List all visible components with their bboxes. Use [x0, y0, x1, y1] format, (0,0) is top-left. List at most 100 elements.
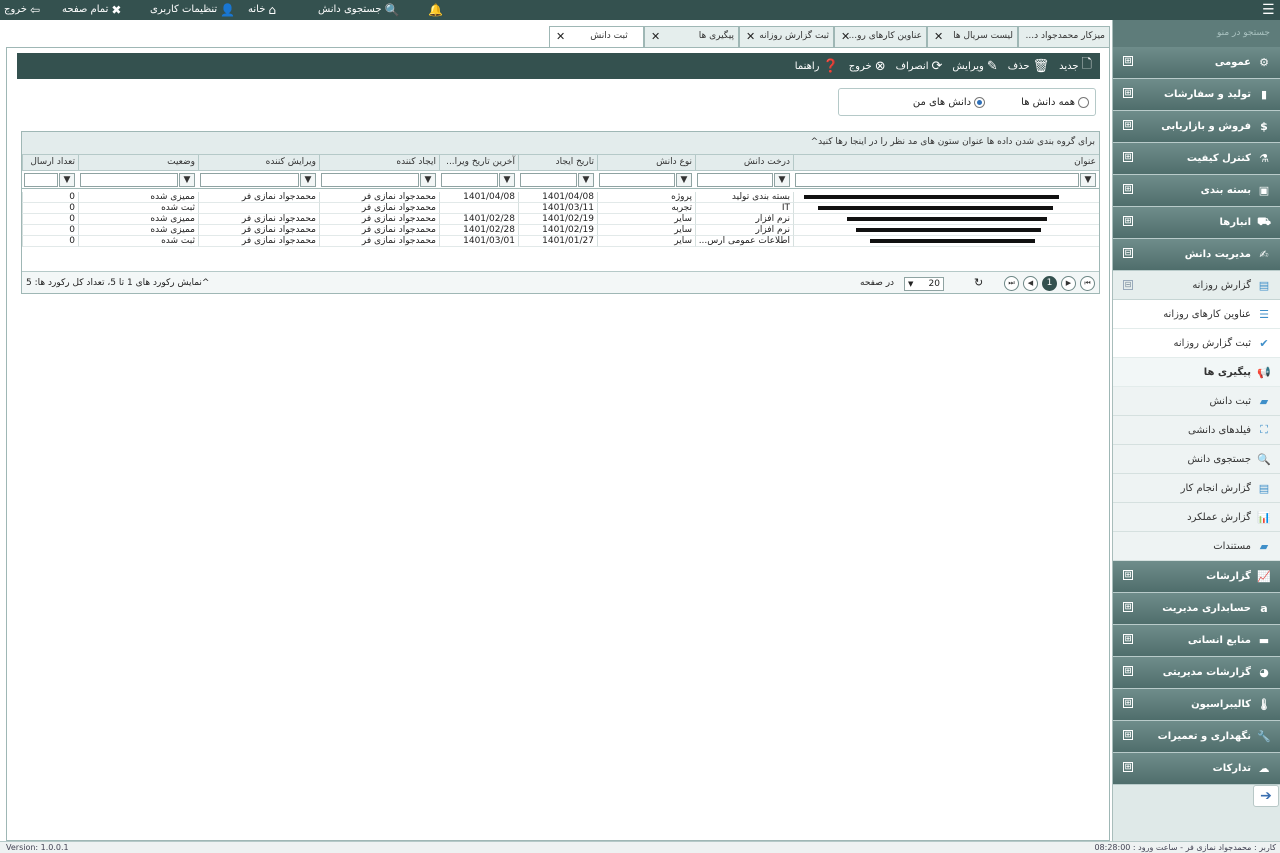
column-header-8[interactable]: تعداد ارسال — [22, 155, 78, 171]
sidebar-item-group-4[interactable]: ▣ بسته بندی ⊞ — [1113, 175, 1280, 207]
tab-3[interactable]: ثبت گزارش روزانه ✕ — [739, 26, 834, 48]
sidebar-item-group-2[interactable]: $ فروش و بازاریابی ⊞ — [1113, 111, 1280, 143]
hamburger-menu-button[interactable]: ☰ — [1262, 0, 1275, 20]
sidebar-item-group2-2[interactable]: ▬ منابع انسانی ⊞ — [1113, 625, 1280, 657]
my-knowledge-radio[interactable]: دانش های من — [912, 96, 986, 108]
sidebar-item-group2-1[interactable]: a حسابداری مدیریت ⊞ — [1113, 593, 1280, 625]
column-header-2[interactable]: نوع دانش — [597, 155, 695, 171]
prev-page-button[interactable]: ▶ — [1061, 276, 1076, 291]
filter-funnel-icon[interactable]: ▼ — [578, 173, 594, 187]
close-tab-icon[interactable]: ✕ — [746, 30, 755, 43]
tab-5[interactable]: ثبت دانش ✕ — [549, 26, 644, 48]
filter-funnel-icon[interactable]: ▼ — [499, 173, 515, 187]
sidebar-item-group2-4[interactable]: 🌡 کالیبراسیون ⊞ — [1113, 689, 1280, 721]
tab-0[interactable]: میزکار محمدجواد د... — [1018, 26, 1110, 48]
home-link[interactable]: ⌂ خانه — [248, 0, 276, 20]
table-cell-sends: 0 — [22, 192, 78, 203]
expand-icon: ⊞ — [1123, 602, 1133, 612]
sidebar-item-daily-0[interactable]: ☰ عناوین کارهای روزانه — [1113, 300, 1280, 329]
sidebar-item-group-6[interactable]: ✍ مدیریت دانش ⊟ — [1113, 239, 1280, 271]
sidebar-item-knowledge-1[interactable]: ⛶ فیلدهای دانشی — [1113, 416, 1280, 445]
filter-funnel-icon[interactable]: ▼ — [59, 173, 75, 187]
column-header-4[interactable]: آخرین تاریخ ویرا... — [439, 155, 518, 171]
filter-funnel-icon[interactable]: ▼ — [300, 173, 316, 187]
column-header-1[interactable]: درخت دانش — [695, 155, 793, 171]
sidebar-item-group2-3[interactable]: ◕ گزارشات مدیریتی ⊞ — [1113, 657, 1280, 689]
table-row[interactable]: نرم افزار سایر 1401/02/19 1401/02/28 محمدجوا… — [22, 214, 1099, 225]
fullscreen-link[interactable]: ✖ تمام صفحه — [62, 0, 121, 20]
sidebar-item-group-5[interactable]: ⛟ انبارها ⊞ — [1113, 207, 1280, 239]
help-button[interactable]: ❓ راهنما — [795, 59, 839, 74]
cancel-button[interactable]: ⟳ انصراف — [896, 59, 943, 74]
sidebar-item-knowledge-3[interactable]: ▤ گزارش انجام کار — [1113, 474, 1280, 503]
filter-funnel-icon[interactable]: ▼ — [676, 173, 692, 187]
first-page-button[interactable]: ⏮ — [1080, 276, 1095, 291]
sidebar-item-knowledge-5[interactable]: ▰ مستندات — [1113, 532, 1280, 561]
column-filter-input-3[interactable] — [520, 173, 577, 187]
sidebar-item-group-3[interactable]: ⚗ کنترل کیفیت ⊞ — [1113, 143, 1280, 175]
close-tab-icon[interactable]: ✕ — [841, 30, 850, 43]
table-row[interactable]: اطلاعات عمومی ارس... سایر 1401/01/27 1401/0… — [22, 236, 1099, 247]
sidebar-item-daily-2[interactable]: 📢 پیگیری ها — [1113, 358, 1280, 387]
sidebar-item-group-0[interactable]: ⚙ عمومی ⊞ — [1113, 47, 1280, 79]
close-tab-icon[interactable]: ✕ — [556, 30, 565, 43]
page-size-select[interactable]: ▼ 20 — [904, 277, 944, 291]
group-drop-area[interactable]: برای گروه بندی شدن داده ها عنوان ستون ها… — [22, 132, 1099, 155]
new-button[interactable]: 🗋 جدید — [1059, 55, 1092, 77]
column-filter-input-7[interactable] — [80, 173, 178, 187]
filter-funnel-icon[interactable]: ▼ — [774, 173, 790, 187]
knowledge-search-link[interactable]: 🔍 جستجوی دانش — [318, 0, 399, 20]
sidebar-item-group2-5[interactable]: 🔧 نگهداری و تعمیرات ⊞ — [1113, 721, 1280, 753]
next-page-button[interactable]: ◀ — [1023, 276, 1038, 291]
user-settings-link[interactable]: 👤 تنظیمات کاربری — [150, 0, 235, 20]
filter-funnel-icon[interactable]: ▼ — [179, 173, 195, 187]
dashboard-icon: ◕ — [1259, 666, 1269, 679]
sidebar-item-daily-report[interactable]: ▤ گزارش روزانه ⊟ — [1113, 271, 1280, 300]
column-filter-input-8[interactable] — [24, 173, 58, 187]
column-filter-input-4[interactable] — [441, 173, 498, 187]
column-filter-input-2[interactable] — [599, 173, 675, 187]
exit-link[interactable]: ⇦ خروج — [4, 0, 40, 20]
last-page-button[interactable]: ⏭ — [1004, 276, 1019, 291]
tab-1-label: لیست سریال ها — [953, 31, 1013, 41]
column-header-5[interactable]: ایجاد کننده — [319, 155, 439, 171]
my-knowledge-label: دانش های من — [912, 96, 972, 108]
table-row[interactable]: IT تجربه 1401/03/11 محمدجواد نمازی فر ثبت شد… — [22, 203, 1099, 214]
sidebar-item-knowledge-4[interactable]: 📊 گزارش عملکرد — [1113, 503, 1280, 532]
tab-1[interactable]: لیست سریال ها ✕ — [927, 26, 1018, 48]
column-filter-input-1[interactable] — [697, 173, 773, 187]
collapse-sidebar-button[interactable]: ➔ — [1253, 785, 1279, 807]
column-header-6[interactable]: ویرایش کننده — [198, 155, 319, 171]
sidebar-search-input[interactable]: جستجو در منو — [1113, 20, 1280, 47]
sidebar-item-group2-0[interactable]: 📈 گزارشات ⊞ — [1113, 561, 1280, 593]
table-row[interactable]: نرم افزار سایر 1401/02/19 1401/02/28 محمدجوا… — [22, 225, 1099, 236]
close-tab-icon[interactable]: ✕ — [651, 30, 660, 43]
all-knowledge-radio[interactable]: همه دانش ها — [1021, 96, 1089, 108]
exit-button[interactable]: ⊗ خروج — [849, 59, 886, 74]
sidebar-item-knowledge-2[interactable]: 🔍 جستجوی دانش — [1113, 445, 1280, 474]
delete-button[interactable]: 🗑 حذف — [1008, 59, 1049, 74]
column-header-3[interactable]: تاریخ ایجاد — [518, 155, 597, 171]
wrench-icon: 🔧 — [1257, 730, 1271, 743]
notifications-button[interactable]: 🔔 — [428, 0, 443, 20]
column-filter-input-0[interactable] — [795, 173, 1079, 187]
sidebar-item-daily-1[interactable]: ✔ ثبت گزارش روزانه — [1113, 329, 1280, 358]
column-filter-input-6[interactable] — [200, 173, 299, 187]
sidebar-item-knowledge-0[interactable]: ▰ ثبت دانش — [1113, 387, 1280, 416]
refresh-grid-button[interactable]: ↻ — [974, 276, 983, 289]
hr-icon: ▬ — [1258, 634, 1270, 647]
column-header-0[interactable]: عنوان — [793, 155, 1099, 171]
current-page-button[interactable]: 1 — [1042, 276, 1057, 291]
sidebar-item-group2-6[interactable]: ☁ تدارکات ⊞ — [1113, 753, 1280, 785]
edit-button[interactable]: ✎ ویرایش — [952, 59, 997, 74]
close-tab-icon[interactable]: ✕ — [934, 30, 943, 43]
sidebar-item-group-1[interactable]: ▮ تولید و سفارشات ⊞ — [1113, 79, 1280, 111]
sidebar-item-group2-1-label: حسابداری مدیریت — [1162, 603, 1251, 614]
filter-funnel-icon[interactable]: ▼ — [1080, 173, 1096, 187]
tab-4[interactable]: پیگیری ها ✕ — [644, 26, 739, 48]
filter-funnel-icon[interactable]: ▼ — [420, 173, 436, 187]
table-row[interactable]: بسته بندی تولید پروژه 1401/04/08 1401/04/08… — [22, 192, 1099, 203]
tab-2[interactable]: عناوین کارهای رو... ✕ — [834, 26, 927, 48]
column-filter-input-5[interactable] — [321, 173, 419, 187]
column-header-7[interactable]: وضعیت — [78, 155, 198, 171]
